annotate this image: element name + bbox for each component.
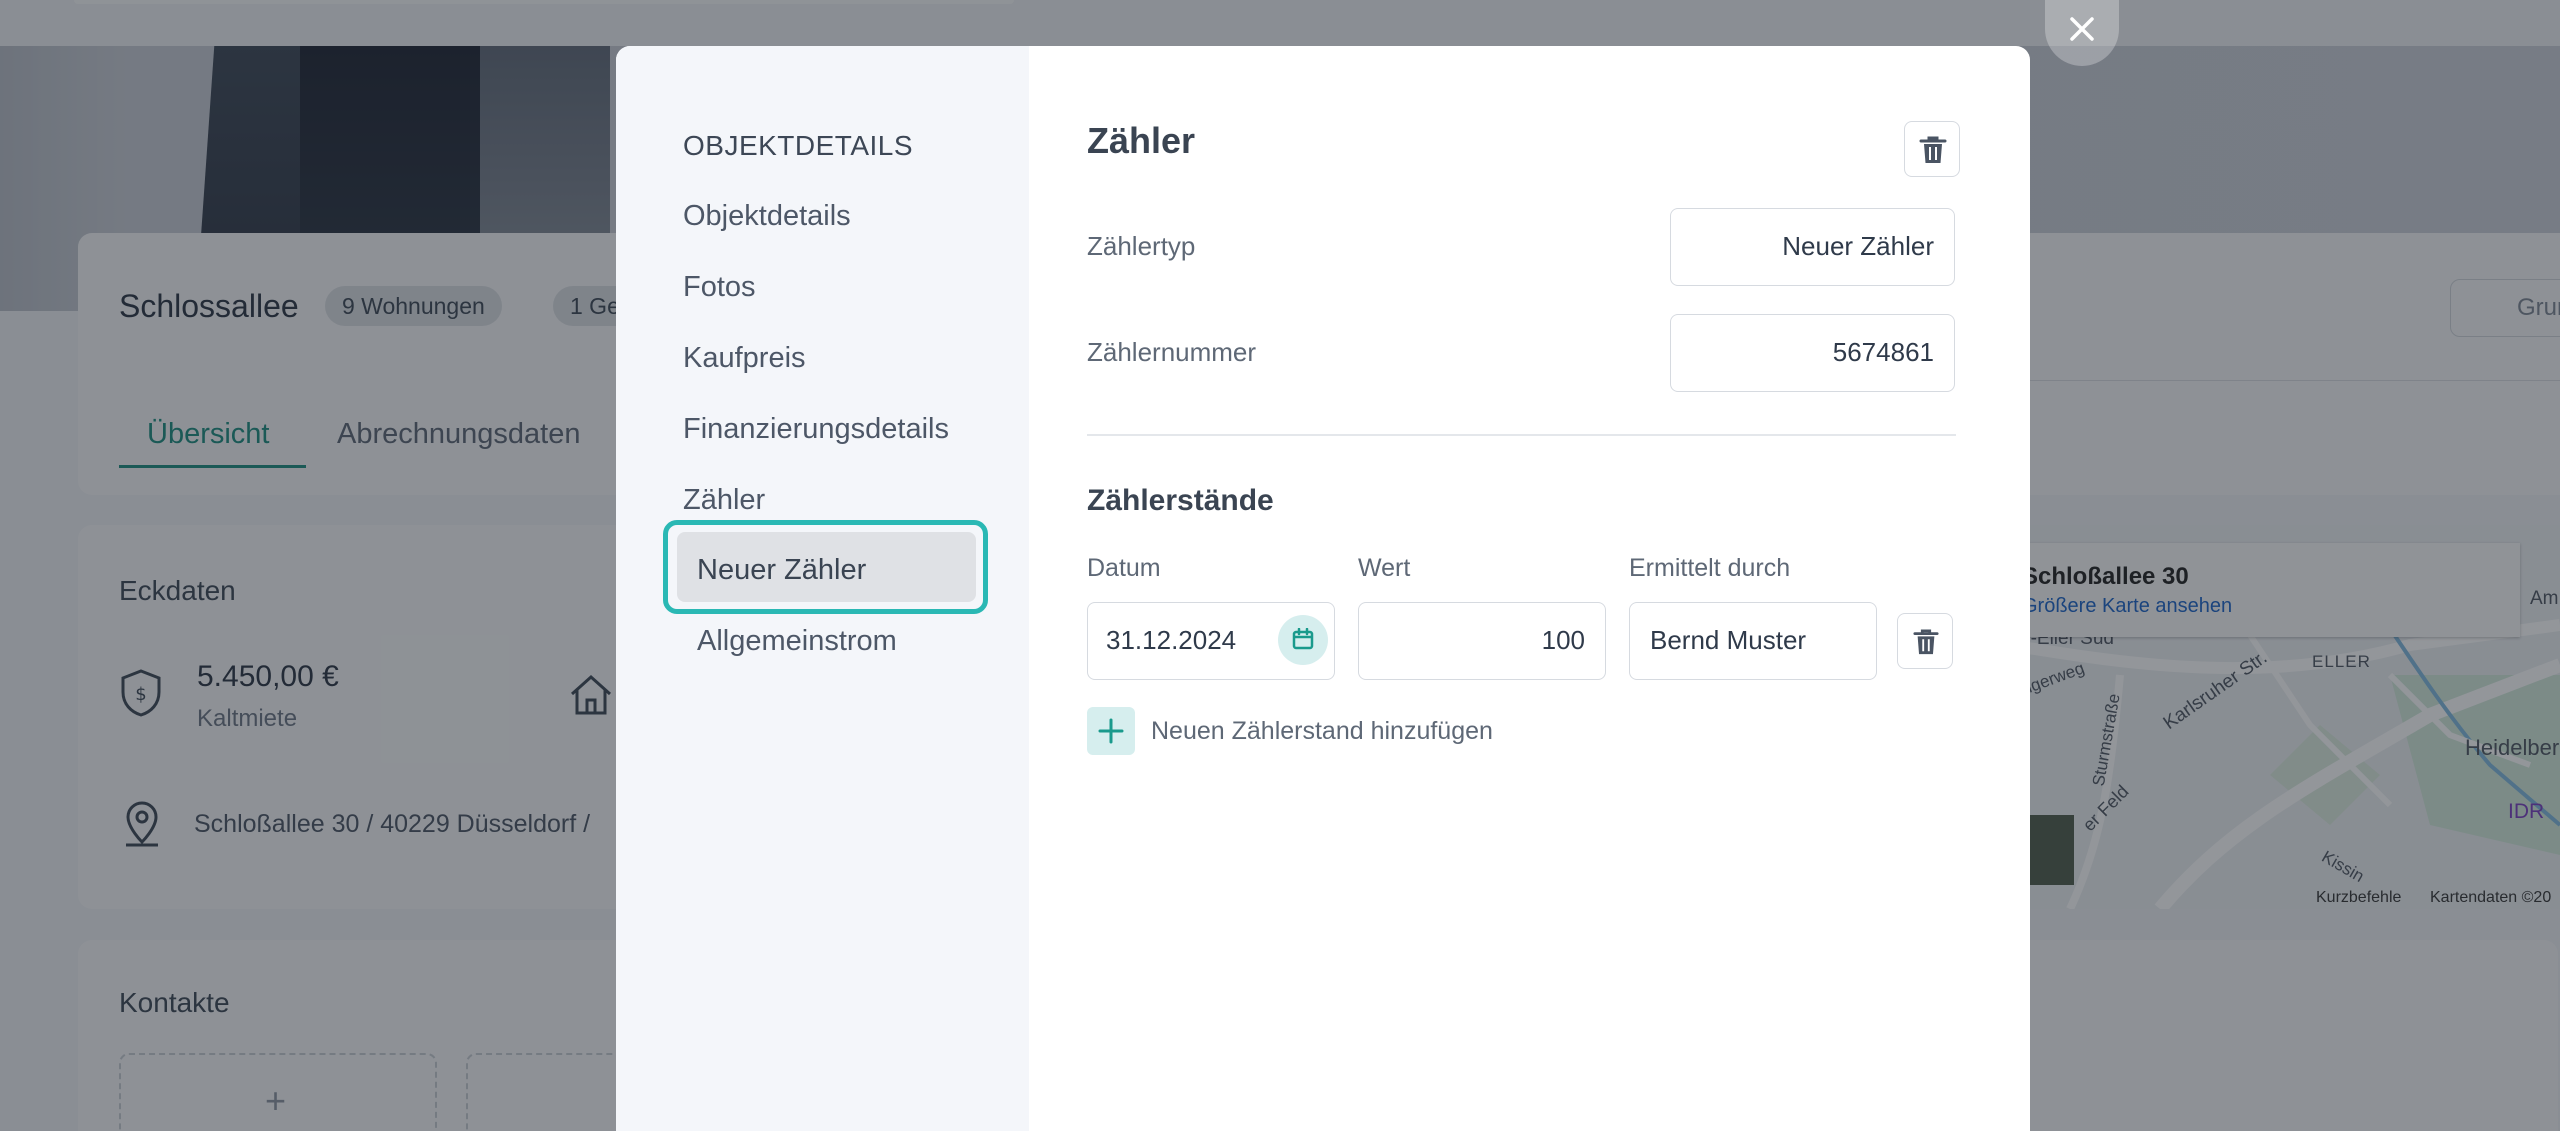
add-reading-label[interactable]: Neuen Zählerstand hinzufügen: [1151, 717, 1493, 746]
meter-form: Zähler Zählertyp Neuer Zähler Zählernumm…: [1029, 46, 2030, 1131]
delete-meter-button[interactable]: [1904, 121, 1960, 177]
add-reading-button[interactable]: [1087, 707, 1135, 755]
reading-date-field[interactable]: 31.12.2024: [1087, 602, 1335, 680]
nav-item-fotos[interactable]: Fotos: [683, 271, 756, 304]
determined-by-column-label: Ermittelt durch: [1629, 554, 1791, 582]
value-column-label: Wert: [1358, 554, 1411, 582]
nav-item-zaehler[interactable]: Zähler: [683, 484, 765, 517]
nav-item-neuer-zaehler[interactable]: Neuer Zähler: [697, 554, 866, 587]
reading-by-field[interactable]: Bernd Muster: [1629, 602, 1877, 680]
meter-type-label: Zählertyp: [1087, 231, 1196, 261]
edit-property-modal: OBJEKTDETAILS Objektdetails Fotos Kaufpr…: [616, 46, 2030, 1131]
meter-title: Zähler: [1087, 120, 1196, 161]
readings-title: Zählerstände: [1087, 484, 1274, 517]
reading-value-field[interactable]: 100: [1358, 602, 1606, 680]
meter-type-field[interactable]: Neuer Zähler: [1670, 208, 1955, 286]
calendar-icon: [1292, 628, 1314, 650]
nav-item-kaufpreis[interactable]: Kaufpreis: [683, 342, 806, 375]
meter-number-label: Zählernummer: [1087, 337, 1257, 367]
plus-icon: [1098, 718, 1124, 744]
form-divider: [1087, 434, 1956, 436]
reading-date-value: 31.12.2024: [1106, 625, 1237, 655]
modal-sidebar-nav: OBJEKTDETAILS Objektdetails Fotos Kaufpr…: [616, 46, 1029, 1131]
close-icon: [2070, 17, 2094, 41]
nav-item-objektdetails[interactable]: Objektdetails: [683, 200, 851, 233]
date-column-label: Datum: [1087, 554, 1161, 582]
delete-reading-button[interactable]: [1897, 613, 1953, 669]
trash-icon: [1919, 136, 1947, 163]
nav-item-allgemeinstrom[interactable]: Allgemeinstrom: [697, 625, 897, 658]
nav-heading: OBJEKTDETAILS: [683, 130, 914, 161]
trash-icon: [1913, 629, 1939, 655]
date-picker-button[interactable]: [1278, 615, 1328, 665]
meter-number-field[interactable]: 5674861: [1670, 314, 1955, 392]
nav-item-finanzierungsdetails[interactable]: Finanzierungsdetails: [683, 413, 949, 446]
